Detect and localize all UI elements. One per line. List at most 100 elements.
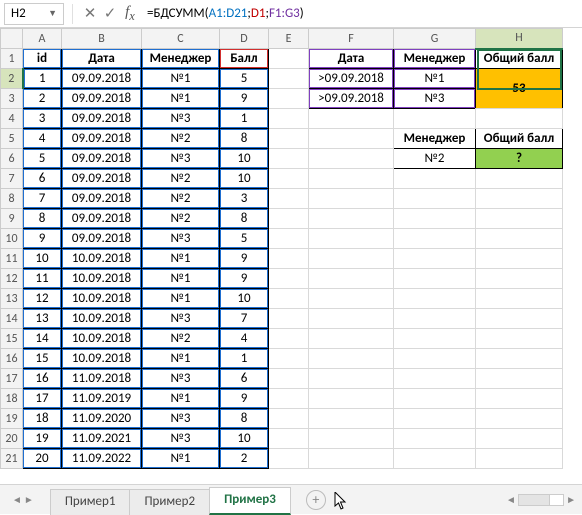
cell[interactable]: id xyxy=(23,49,62,69)
cell[interactable] xyxy=(309,349,394,369)
cell[interactable]: 10.09.2018 xyxy=(62,289,142,309)
row-header[interactable]: 16 xyxy=(1,349,23,369)
cell[interactable] xyxy=(394,309,476,329)
cell[interactable]: 3 xyxy=(220,189,269,209)
cell[interactable] xyxy=(476,309,563,329)
cell[interactable]: 11.09.2018 xyxy=(62,369,142,389)
col-header[interactable]: B xyxy=(62,29,142,49)
row-header[interactable]: 9 xyxy=(1,209,23,229)
accept-icon[interactable]: ✓ xyxy=(101,4,119,23)
cell[interactable] xyxy=(269,209,309,229)
cell[interactable]: 1 xyxy=(220,349,269,369)
cell[interactable]: 10.09.2018 xyxy=(62,349,142,369)
cell[interactable] xyxy=(394,169,476,189)
cell[interactable]: Общий балл xyxy=(476,129,563,149)
cell[interactable] xyxy=(309,249,394,269)
cell[interactable] xyxy=(394,409,476,429)
spreadsheet-grid[interactable]: A B C D E F G H 1 id Дата Менеджер Балл … xyxy=(0,28,582,482)
cell[interactable]: 09.09.2018 xyxy=(62,109,142,129)
name-box[interactable]: H2 ▼ xyxy=(4,3,64,25)
cell[interactable]: №3 xyxy=(142,149,220,169)
cell[interactable]: №2 xyxy=(394,149,476,169)
fx-icon[interactable]: fx xyxy=(121,4,139,24)
cell[interactable] xyxy=(309,129,394,149)
cell[interactable]: 09.09.2018 xyxy=(62,189,142,209)
cell[interactable] xyxy=(269,109,309,129)
cell[interactable]: №1 xyxy=(142,289,220,309)
cell[interactable]: 11.09.2022 xyxy=(62,449,142,469)
add-sheet-button[interactable]: + xyxy=(306,490,326,510)
row-header[interactable]: 7 xyxy=(1,169,23,189)
cell[interactable] xyxy=(476,409,563,429)
cell[interactable] xyxy=(476,329,563,349)
col-header[interactable]: D xyxy=(220,29,269,49)
cell[interactable]: №2 xyxy=(142,189,220,209)
sheet-tab[interactable]: Пример2 xyxy=(129,489,210,515)
row-header[interactable]: 4 xyxy=(1,109,23,129)
cell[interactable] xyxy=(269,129,309,149)
cell[interactable] xyxy=(309,309,394,329)
cell[interactable]: №3 xyxy=(142,309,220,329)
cell[interactable] xyxy=(269,149,309,169)
cell[interactable]: №2 xyxy=(142,209,220,229)
cell[interactable]: 7 xyxy=(23,189,62,209)
cell[interactable]: 9 xyxy=(220,389,269,409)
cell[interactable]: 10.09.2018 xyxy=(62,329,142,349)
cell[interactable] xyxy=(269,369,309,389)
cell[interactable] xyxy=(269,189,309,209)
cell[interactable]: №1 xyxy=(142,349,220,369)
formula-input[interactable]: =БДСУММ(A1:D21;D1;F1:G3) xyxy=(141,3,578,25)
cell[interactable]: №3 xyxy=(142,429,220,449)
cell[interactable]: 11.09.2020 xyxy=(62,409,142,429)
cell[interactable] xyxy=(476,249,563,269)
cell[interactable]: 20 xyxy=(23,449,62,469)
cell[interactable]: 19 xyxy=(23,429,62,449)
cell[interactable]: 11.09.2021 xyxy=(62,429,142,449)
cell[interactable]: 10.09.2018 xyxy=(62,249,142,269)
cell[interactable] xyxy=(476,429,563,449)
cell[interactable] xyxy=(269,49,309,69)
cancel-icon[interactable]: ✕ xyxy=(81,4,99,23)
cell[interactable] xyxy=(269,309,309,329)
cell[interactable] xyxy=(394,289,476,309)
cell[interactable] xyxy=(394,449,476,469)
cell[interactable]: 9 xyxy=(220,89,269,109)
cell[interactable] xyxy=(476,449,563,469)
cell[interactable]: 09.09.2018 xyxy=(62,209,142,229)
cell[interactable]: №1 xyxy=(142,389,220,409)
cell[interactable]: 09.09.2018 xyxy=(62,89,142,109)
cell[interactable]: 15 xyxy=(23,349,62,369)
cell[interactable] xyxy=(269,89,309,109)
tab-nav[interactable]: ◄► xyxy=(12,493,34,506)
cell[interactable]: Менеджер xyxy=(394,129,476,149)
cell[interactable] xyxy=(309,449,394,469)
cell[interactable]: >09.09.2018 xyxy=(309,69,394,89)
cell[interactable]: №1 xyxy=(142,69,220,89)
cell[interactable]: 12 xyxy=(23,289,62,309)
cell[interactable]: 4 xyxy=(23,129,62,149)
cell[interactable] xyxy=(309,429,394,449)
col-header[interactable]: H xyxy=(476,29,563,49)
row-header[interactable]: 19 xyxy=(1,409,23,429)
cell[interactable]: 09.09.2018 xyxy=(62,149,142,169)
cell[interactable]: 8 xyxy=(220,409,269,429)
cell[interactable] xyxy=(269,269,309,289)
row-header[interactable]: 5 xyxy=(1,129,23,149)
cell[interactable] xyxy=(269,169,309,189)
cell[interactable] xyxy=(269,249,309,269)
col-header[interactable]: A xyxy=(23,29,62,49)
cell[interactable]: 3 xyxy=(23,109,62,129)
cell[interactable] xyxy=(309,269,394,289)
cell[interactable] xyxy=(269,329,309,349)
sheet-tab[interactable]: Пример1 xyxy=(50,489,131,515)
cell[interactable] xyxy=(309,389,394,409)
cell[interactable]: №1 xyxy=(142,269,220,289)
row-header[interactable]: 18 xyxy=(1,389,23,409)
cell[interactable]: 09.09.2018 xyxy=(62,69,142,89)
col-header[interactable]: C xyxy=(142,29,220,49)
cell[interactable] xyxy=(309,229,394,249)
cell[interactable]: ? xyxy=(476,149,563,169)
cell[interactable] xyxy=(394,189,476,209)
cell[interactable]: Балл xyxy=(220,49,269,69)
row-header[interactable]: 11 xyxy=(1,249,23,269)
